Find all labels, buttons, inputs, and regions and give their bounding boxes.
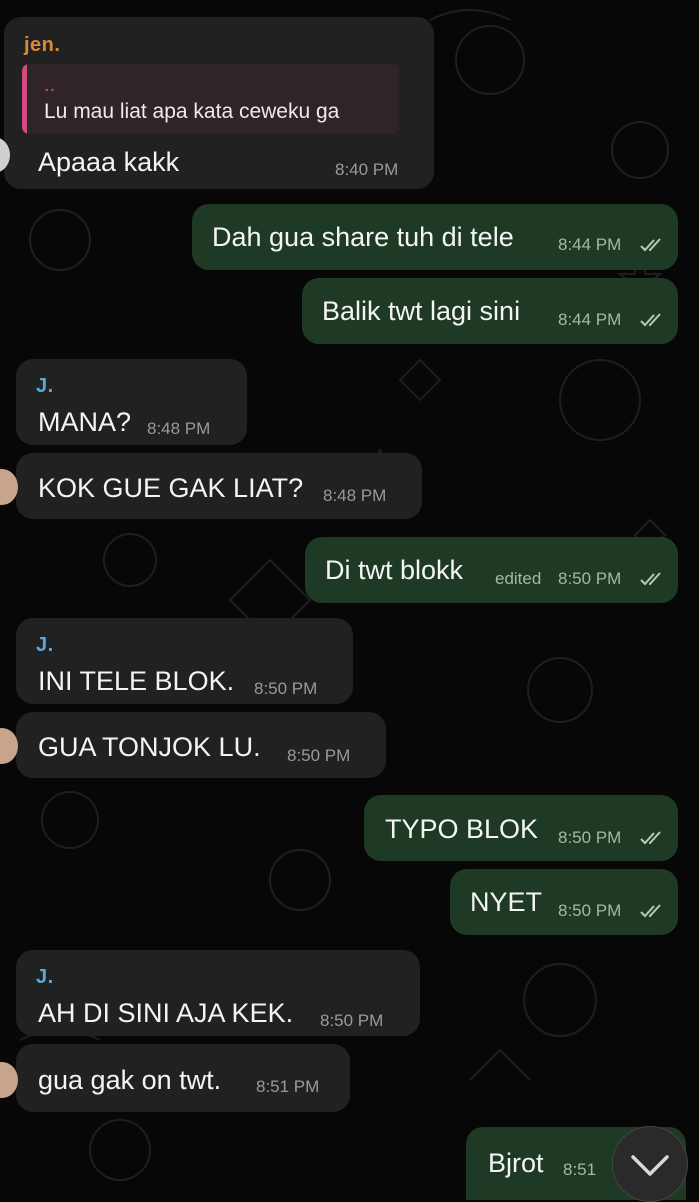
message-time: 8:51 PM: [256, 1077, 320, 1096]
message-bubble-incoming[interactable]: J. MANA? 8:48 PM: [16, 359, 247, 445]
double-check-icon: [640, 313, 661, 327]
double-check-icon: [640, 572, 661, 586]
message-text: Balik twt lagi sini: [322, 296, 521, 326]
message-time: 8:50 PM: [254, 679, 318, 698]
message-bubble-incoming[interactable]: GUA TONJOK LU. 8:50 PM: [0, 712, 386, 778]
message-text: NYET: [470, 887, 543, 917]
message-bubble-outgoing[interactable]: Dah gua share tuh di tele 8:44 PM: [192, 204, 678, 270]
message-time: 8:48 PM: [323, 486, 387, 505]
double-check-icon: [640, 831, 661, 845]
message-bubble-outgoing[interactable]: TYPO BLOK 8:50 PM: [364, 795, 678, 861]
message-text: KOK GUE GAK LIAT?: [38, 473, 304, 503]
message-text: gua gak on twt.: [38, 1065, 222, 1095]
message-time: 8:44 PM: [558, 310, 622, 329]
message-time: 8:50 PM: [558, 569, 622, 588]
message-text: Bjrot: [488, 1148, 544, 1178]
message-time: 8:50 PM: [320, 1011, 384, 1030]
message-text: GUA TONJOK LU.: [38, 732, 261, 762]
avatar[interactable]: [0, 469, 18, 505]
message-time: 8:50 PM: [558, 828, 622, 847]
reply-accent-bar: [22, 64, 27, 134]
edited-label: edited: [495, 569, 542, 588]
message-text: INI TELE BLOK.: [38, 666, 235, 696]
message-bubble-incoming[interactable]: KOK GUE GAK LIAT? 8:48 PM: [0, 453, 422, 519]
message-time: 8:48 PM: [147, 419, 211, 438]
message-bubble-incoming[interactable]: J. AH DI SINI AJA KEK. 8:50 PM: [16, 950, 420, 1036]
avatar[interactable]: [0, 137, 10, 173]
reply-text: Lu mau liat apa kata ceweku ga: [44, 100, 340, 123]
message-text: MANA?: [38, 407, 132, 437]
message-bubble-outgoing[interactable]: Balik twt lagi sini 8:44 PM: [302, 278, 678, 344]
avatar[interactable]: [0, 1062, 18, 1098]
message-bubble-outgoing[interactable]: Di twt blokk edited 8:50 PM: [305, 537, 678, 603]
sender-name[interactable]: J.: [36, 634, 54, 657]
message-time: 8:50 PM: [287, 746, 351, 765]
sender-name[interactable]: J.: [36, 966, 54, 989]
message-bubble-incoming[interactable]: jen. .. Lu mau liat apa kata ceweku ga A…: [0, 17, 434, 189]
double-check-icon: [640, 238, 661, 252]
avatar[interactable]: [0, 728, 18, 764]
scroll-to-bottom-button[interactable]: [612, 1126, 688, 1202]
message-text: Dah gua share tuh di tele: [212, 222, 514, 252]
sender-name[interactable]: jen.: [24, 34, 60, 57]
message-time: 8:50 PM: [558, 901, 622, 920]
reply-quote[interactable]: .. Lu mau liat apa kata ceweku ga: [22, 64, 399, 134]
message-bubble-incoming[interactable]: gua gak on twt. 8:51 PM: [0, 1044, 350, 1112]
message-text: TYPO BLOK: [385, 814, 539, 844]
sender-name[interactable]: J.: [36, 375, 54, 398]
message-bubble-outgoing[interactable]: NYET 8:50 PM: [450, 869, 678, 935]
chevron-down-icon: [631, 1155, 669, 1176]
reply-author: ..: [44, 74, 56, 96]
message-time: 8:44 PM: [558, 235, 622, 254]
message-time: 8:51: [563, 1160, 597, 1179]
message-text: Apaaa kakk: [38, 147, 180, 177]
message-time: 8:40 PM: [335, 160, 399, 179]
message-text: Di twt blokk: [325, 555, 464, 585]
message-bubble-incoming[interactable]: J. INI TELE BLOK. 8:50 PM: [16, 618, 353, 704]
message-text: AH DI SINI AJA KEK.: [38, 998, 294, 1028]
double-check-icon: [640, 904, 661, 918]
